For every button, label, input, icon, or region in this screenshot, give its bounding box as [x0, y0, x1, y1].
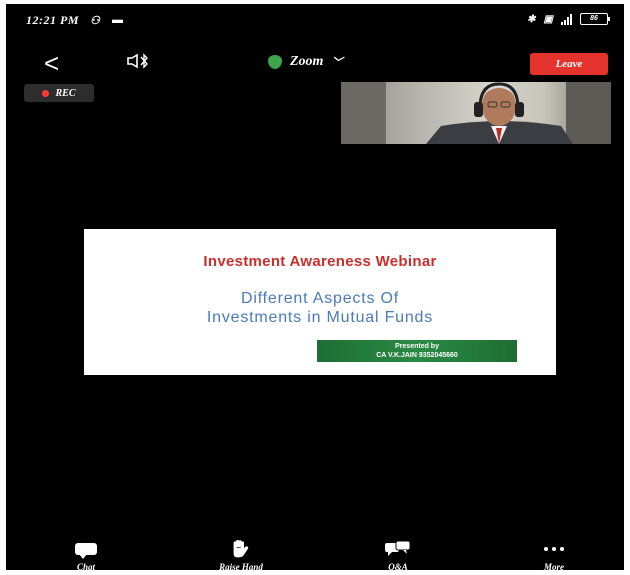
bluetooth-icon: ✱: [527, 13, 536, 25]
raise-hand-button[interactable]: Raise Hand: [201, 540, 281, 570]
shared-slide: Investment Awareness Webinar Different A…: [84, 229, 556, 375]
more-label: More: [544, 562, 564, 570]
recording-badge[interactable]: REC: [24, 84, 94, 102]
slide-title: Investment Awareness Webinar: [203, 253, 437, 270]
meeting-top-bar: < Zoom ﹀ Leave: [6, 46, 624, 82]
shield-icon: [268, 55, 282, 69]
more-icon: [514, 540, 594, 558]
raise-hand-icon: [201, 540, 281, 558]
chat-icon: [46, 540, 126, 559]
signal-icon: [561, 13, 572, 25]
more-button[interactable]: More: [514, 540, 594, 570]
participant-video-image: [341, 82, 611, 144]
back-arrow-icon[interactable]: <: [44, 50, 59, 76]
status-bar: 12:21 PM ⚇ ▬ ✱ ▣ 86: [6, 4, 624, 38]
recording-label: REC: [55, 87, 76, 99]
leave-button[interactable]: Leave: [530, 53, 608, 75]
battery-level: 86: [590, 15, 598, 22]
chevron-down-icon: ﹀: [331, 57, 343, 69]
video-notification-icon: ▬: [112, 14, 123, 26]
raise-hand-svg: [233, 540, 249, 558]
qa-icon: [358, 540, 438, 558]
slide-subtitle-line2: Investments in Mutual Funds: [206, 309, 434, 326]
battery-icon: 86: [580, 13, 610, 25]
status-time: 12:21 PM: [26, 13, 79, 27]
meeting-title: Zoom: [290, 54, 324, 69]
status-right: ✱ ▣ 86: [527, 13, 610, 25]
meeting-title-dropdown[interactable]: Zoom ﹀: [268, 54, 342, 70]
qa-button[interactable]: Q&A: [358, 540, 438, 570]
chat-button[interactable]: Chat: [46, 540, 126, 570]
volte-icon: ▣: [543, 13, 553, 25]
presenter-box: Presented by CA V.K.JAIN 9352045660: [317, 340, 517, 362]
participant-video-tile[interactable]: [341, 82, 611, 144]
app-frame: 12:21 PM ⚇ ▬ ✱ ▣ 86 < Zoom ﹀ Leave REC I…: [6, 4, 624, 570]
bottom-toolbar: Chat Raise Hand Q&A More: [6, 540, 624, 570]
chat-label: Chat: [76, 562, 95, 570]
bluetooth-speaker-icon[interactable]: [126, 53, 150, 74]
speaker-bluetooth-svg: [127, 53, 148, 69]
raise-hand-label: Raise Hand: [219, 562, 263, 570]
slide-subtitle-line1: Different Aspects Of: [241, 290, 399, 307]
qa-svg: [385, 540, 411, 556]
presenter-line1: Presented by: [395, 343, 439, 350]
presenter-line2: CA V.K.JAIN 9352045660: [376, 352, 458, 359]
notification-icon: ⚇: [90, 15, 100, 27]
qa-label: Q&A: [388, 562, 408, 570]
record-dot-icon: [42, 89, 50, 97]
slide-subtitle: Different Aspects Of Investments in Mutu…: [84, 289, 556, 327]
